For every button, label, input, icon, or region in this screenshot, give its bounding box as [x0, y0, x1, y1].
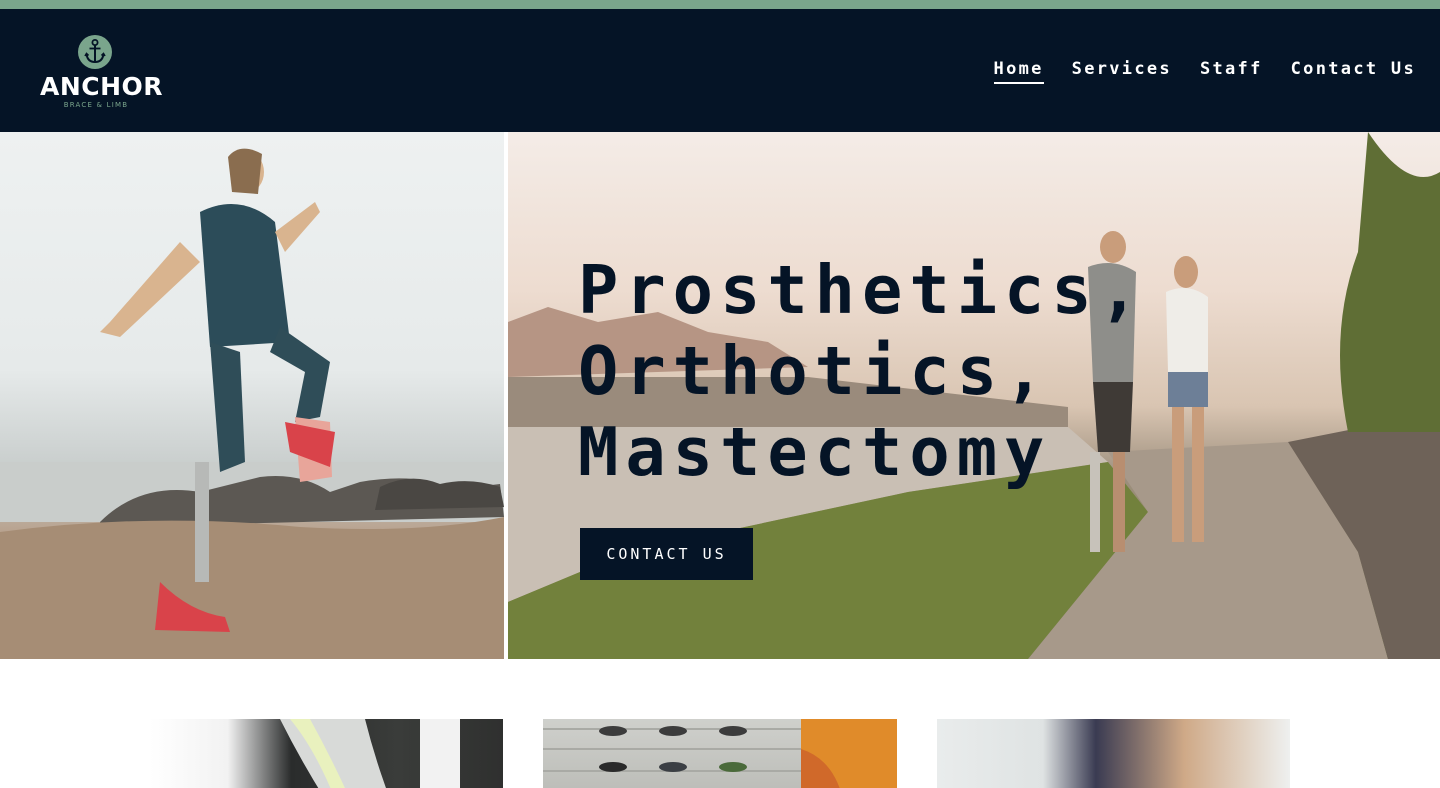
nav-contact-us[interactable]: Contact Us: [1291, 59, 1416, 84]
hero-title-line: Orthotics,: [578, 332, 1052, 410]
service-card-image[interactable]: [937, 719, 1290, 788]
top-accent-strip: [0, 0, 1440, 9]
hero-title-line: Prosthetics,: [578, 251, 1147, 329]
nav-services[interactable]: Services: [1072, 59, 1172, 84]
nav-staff[interactable]: Staff: [1200, 59, 1263, 84]
logo-tagline: BRACE & LIMB: [63, 101, 129, 109]
hero-title-line: Mastectomy: [578, 413, 1052, 491]
service-card-image[interactable]: [543, 719, 897, 788]
logo-home-link[interactable]: ANCHOR BRACE & LIMB: [40, 35, 164, 115]
nav-home[interactable]: Home: [993, 59, 1044, 84]
logo-wordmark: ANCHOR: [40, 72, 164, 101]
main-nav: Home Services Staff Contact Us: [993, 59, 1416, 84]
hero-title: Prosthetics, Orthotics, Mastectomy: [578, 250, 1218, 493]
hero-image-left: [0, 132, 504, 659]
site-header: ANCHOR BRACE & LIMB Home Services Staff …: [0, 9, 1440, 132]
service-card-image[interactable]: [150, 719, 503, 788]
anchor-icon: [78, 35, 112, 69]
contact-us-button[interactable]: CONTACT US: [580, 528, 753, 580]
